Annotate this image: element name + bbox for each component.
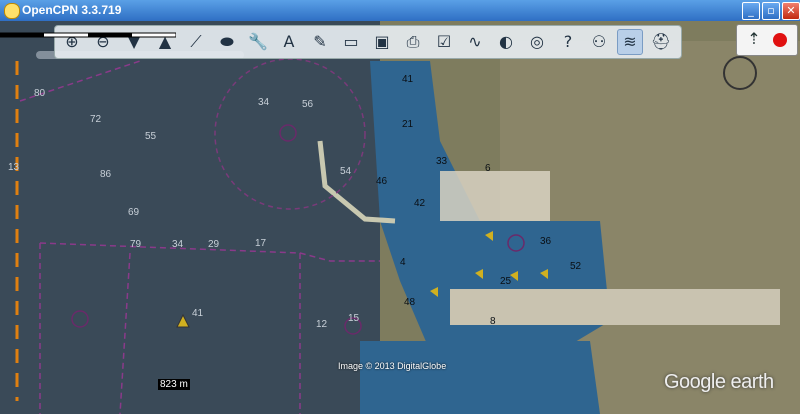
compass-icon: ⇡ (747, 29, 761, 48)
mob-button[interactable]: ◎ (524, 29, 550, 55)
depth-sounding: 79 (130, 239, 142, 250)
depth-sounding: 17 (255, 238, 267, 249)
toggle-overlay-button[interactable]: ⛑ (648, 29, 674, 55)
scale-bar-segment (0, 33, 44, 37)
depth-sounding: 72 (90, 114, 102, 125)
maximize-button[interactable]: ▫ (762, 2, 780, 20)
depth-sounding: 41 (192, 308, 204, 319)
depth-sounding: 15 (348, 313, 360, 324)
depth-sounding: 36 (540, 236, 552, 247)
route-button[interactable]: ⟋ (183, 29, 209, 55)
current-button[interactable]: ✎ (307, 29, 333, 55)
track-button[interactable]: ☑ (431, 29, 457, 55)
chart-quilt-button[interactable]: ≋ (617, 29, 643, 55)
window-title: OpenCPN 3.3.719 (22, 3, 122, 17)
image-credit: Image © 2013 DigitalGlobe (338, 361, 447, 371)
runway (450, 289, 780, 325)
depth-sounding: 56 (302, 99, 314, 110)
auto-follow-icon: ⬬ (220, 32, 234, 51)
toggle-overlay-icon: ⛑ (650, 32, 672, 51)
auto-follow-button[interactable]: ⬬ (214, 29, 240, 55)
current-icon: ✎ (313, 32, 327, 51)
depth-sounding: 6 (485, 163, 491, 174)
text-button[interactable]: A (276, 29, 302, 55)
chart-quilt-icon: ≋ (623, 32, 637, 51)
tide-button[interactable]: ▭ (338, 29, 364, 55)
depth-sounding: 34 (258, 97, 270, 108)
depth-sounding: 48 (404, 297, 416, 308)
depth-sounding: 55 (145, 131, 157, 142)
help-button[interactable]: ? (555, 29, 581, 55)
tide-icon: ▭ (343, 32, 359, 51)
depth-sounding: 54 (340, 166, 352, 177)
depth-sounding: 69 (128, 207, 140, 218)
pier (440, 171, 550, 221)
route-manager-icon: ▣ (374, 32, 390, 51)
harbor-water-south (360, 341, 600, 414)
help-icon: ? (563, 32, 573, 51)
app-icon (4, 3, 20, 19)
settings-icon: 🔧 (248, 32, 268, 51)
depth-sounding: 52 (570, 261, 582, 272)
close-button[interactable]: ✕ (782, 2, 800, 20)
depth-sounding: 8 (490, 316, 496, 327)
depth-sounding: 21 (402, 119, 414, 130)
print-button[interactable]: ⎙ (400, 29, 426, 55)
scale-bar (0, 32, 176, 38)
route-icon: ⟋ (190, 32, 202, 51)
google-earth-logo: Google earth (664, 371, 774, 393)
route-manager-button[interactable]: ▣ (369, 29, 395, 55)
text-icon: A (283, 32, 295, 51)
chart-canvas[interactable]: ⊕ ⊖ ▼ ▲ ⟋ ⬬ 🔧 A ✎ ▭ ▣ ⎙ ☑ ∿ ◐ ◎? ⚇ ≋ ⛑ ⇡ 823 m Image © 201… (0, 21, 800, 414)
scale-label: 823 m (158, 379, 190, 390)
depth-sounding: 29 (208, 239, 220, 250)
depth-sounding: 41 (402, 74, 414, 85)
title-bar: OpenCPN 3.3.719 _ ▫ ✕ (0, 0, 800, 21)
depth-sounding: 42 (414, 198, 426, 209)
track-record-button[interactable]: ∿ (462, 29, 488, 55)
ais-button[interactable]: ⚇ (586, 29, 612, 55)
color-scheme-button[interactable]: ◐ (493, 29, 519, 55)
depth-sounding: 25 (500, 276, 512, 287)
nautical-chart (0, 21, 800, 414)
depth-sounding: 33 (436, 156, 448, 167)
compass-status[interactable]: ⇡ (736, 24, 798, 56)
ais-icon: ⚇ (591, 32, 607, 51)
track-icon: ☑ (436, 32, 452, 51)
depth-sounding: 80 (34, 88, 46, 99)
mob-icon: ◎ (530, 32, 544, 51)
depth-sounding: 13 (8, 162, 20, 173)
color-scheme-icon: ◐ (499, 32, 513, 51)
depth-sounding: 4 (400, 257, 406, 268)
depth-sounding: 46 (376, 176, 388, 187)
depth-sounding: 86 (100, 169, 112, 180)
minimize-button[interactable]: _ (742, 2, 760, 20)
track-record-icon: ∿ (468, 32, 482, 51)
depth-sounding: 12 (316, 319, 328, 330)
settings-button[interactable]: 🔧 (245, 29, 271, 55)
scale-bar-segment (88, 33, 132, 37)
print-icon: ⎙ (406, 32, 420, 51)
gps-status-icon (773, 33, 787, 47)
depth-sounding: 34 (172, 239, 184, 250)
